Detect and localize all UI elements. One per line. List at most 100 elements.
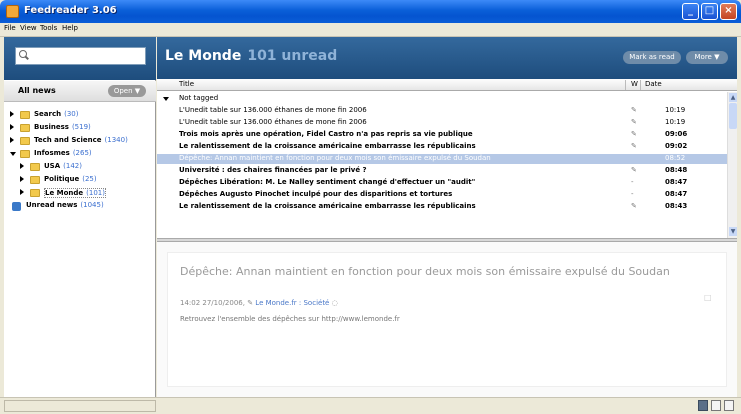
article-title: Le ralentissement de la croissance améri…	[179, 202, 476, 210]
sidebar-item-politique[interactable]: Politique (25)	[20, 175, 150, 186]
article-row[interactable]: Le ralentissement de la croissance améri…	[157, 142, 727, 152]
preview-heading[interactable]: Dépêche: Annan maintient en fonction pou…	[180, 265, 700, 279]
feed-title: Le Monde 101 unread	[165, 48, 337, 64]
preview-card: Dépêche: Annan maintient en fonction pou…	[167, 252, 727, 387]
expand-arrow-icon[interactable]	[20, 176, 24, 182]
folder-icon	[30, 176, 40, 184]
flag-icon[interactable]: ✎	[631, 202, 637, 210]
article-row[interactable]: L'Unedit table sur 136.000 éthanes de mo…	[157, 106, 727, 116]
preview-source-link[interactable]: Le Monde.fr : Société	[255, 299, 329, 307]
article-row[interactable]: Trois mois après une opération, Fidel Ca…	[157, 130, 727, 140]
article-date: 08:52	[665, 154, 686, 162]
sidebar-item-infosmes[interactable]: Infosmes (265)	[10, 149, 150, 160]
expand-arrow-icon[interactable]	[10, 137, 14, 143]
menu-view[interactable]: View	[20, 24, 37, 32]
folder-icon	[20, 137, 30, 145]
sidebar-item-search[interactable]: Search (30)	[10, 110, 150, 121]
search-input[interactable]	[15, 47, 146, 65]
menu-help[interactable]: Help	[62, 24, 78, 32]
article-title: L'Unedit table sur 136.000 éthanes de mo…	[179, 106, 367, 114]
feed-header: Le Monde 101 unread Mark as read More ▼	[157, 37, 737, 79]
folder-icon	[30, 163, 40, 171]
sidebar-item-business[interactable]: Business (519)	[10, 123, 150, 134]
sidebar-item-count: (1340)	[104, 136, 128, 144]
article-row[interactable]: Université : des chaires financées par l…	[157, 166, 727, 176]
sidebar-item-usa[interactable]: USA (142)	[20, 162, 150, 173]
article-date: 10:19	[665, 106, 686, 114]
sidebar: All news Open ▼ Search (30) Business (519)…	[4, 37, 156, 397]
scroll-thumb[interactable]	[729, 103, 737, 129]
sidebar-item-label: USA	[44, 162, 61, 170]
article-row[interactable]: L'Unedit table sur 136.000 éthanes de mo…	[157, 118, 727, 128]
list-view-icon[interactable]	[724, 400, 734, 411]
article-row[interactable]: Dépêches Libération: M. Le Nalley sentim…	[157, 178, 727, 188]
maximize-button[interactable]: □	[701, 3, 718, 20]
flag-icon[interactable]: ✎	[631, 130, 637, 138]
collapse-arrow-icon[interactable]	[10, 152, 16, 156]
group-row[interactable]: Not tagged	[157, 94, 727, 104]
article-row[interactable]: Le ralentissement de la croissance améri…	[157, 202, 727, 212]
sidebar-item-label: Infosmes	[34, 149, 70, 157]
feed-name: Le Monde	[165, 48, 242, 64]
sidebar-item-count: (142)	[63, 162, 82, 170]
article-date: 08:43	[665, 202, 688, 210]
scroll-up-icon[interactable]: ▲	[729, 93, 737, 102]
expand-arrow-icon[interactable]	[20, 189, 24, 195]
article-title: Dépêche: Annan maintient en fonction pou…	[179, 154, 491, 162]
mark-as-read-button[interactable]: Mark as read	[623, 51, 681, 64]
expand-arrow-icon[interactable]	[10, 111, 14, 117]
more-button[interactable]: More ▼	[686, 51, 728, 64]
column-title[interactable]: Title	[179, 80, 194, 88]
sidebar-item-label: Politique	[44, 175, 80, 183]
article-date: 10:19	[665, 118, 686, 126]
layout-view-icon[interactable]	[698, 400, 708, 411]
article-date: 08:47	[665, 178, 688, 186]
feeds-header: All news Open ▼	[4, 81, 156, 102]
close-icon[interactable]: □	[704, 293, 712, 302]
flag-icon[interactable]: ✎	[631, 106, 637, 114]
vertical-scrollbar[interactable]: ▲ ▼	[727, 92, 737, 238]
column-separator[interactable]	[640, 80, 641, 90]
column-separator[interactable]	[625, 80, 626, 90]
sidebar-item-label: Search	[34, 110, 62, 118]
sidebar-item-unread-news[interactable]: Unread news (1045)	[10, 201, 150, 212]
flag-icon[interactable]: ✎	[631, 118, 637, 126]
info-icon: ◌	[331, 299, 338, 307]
flag-icon[interactable]: ✎	[631, 142, 637, 150]
folder-icon	[20, 124, 30, 132]
folder-icon	[30, 189, 40, 197]
split-view-icon[interactable]	[711, 400, 721, 411]
column-date[interactable]: Date	[645, 80, 662, 88]
column-header: Title W Date	[157, 79, 737, 91]
menu-file[interactable]: File	[4, 24, 16, 32]
preview-date: 14:02 27/10/2006,	[180, 299, 245, 307]
column-flag[interactable]: W	[631, 80, 638, 88]
sidebar-search-area	[4, 37, 156, 80]
sidebar-item-count: (101)	[86, 189, 105, 197]
open-button[interactable]: Open ▼	[108, 85, 146, 97]
close-button[interactable]: ×	[720, 3, 737, 20]
article-title: Trois mois après une opération, Fidel Ca…	[179, 130, 473, 138]
sidebar-item-count: (1045)	[80, 201, 104, 209]
all-news-label[interactable]: All news	[18, 86, 56, 95]
flag-icon[interactable]: -	[631, 190, 634, 198]
sidebar-item-le-monde[interactable]: Le Monde (101)	[20, 188, 150, 199]
sidebar-item-tech-and-science[interactable]: Tech and Science (1340)	[10, 136, 156, 147]
folder-icon	[20, 150, 30, 158]
menu-tools[interactable]: Tools	[40, 24, 57, 32]
expand-arrow-icon[interactable]	[20, 163, 24, 169]
unread-news-icon	[12, 202, 21, 211]
article-date: 09:02	[665, 142, 688, 150]
flag-icon[interactable]: ✎	[631, 166, 637, 174]
article-row[interactable]: Dépêche: Annan maintient en fonction pou…	[157, 154, 727, 164]
flag-icon[interactable]: -	[631, 178, 634, 186]
folder-icon	[20, 111, 30, 119]
sidebar-item-count: (30)	[64, 110, 79, 118]
article-row[interactable]: Dépêches Augusto Pinochet inculpé pour d…	[157, 190, 727, 200]
scroll-down-icon[interactable]: ▼	[729, 227, 737, 236]
sidebar-item-label: Business	[34, 123, 69, 131]
sidebar-item-label: Tech and Science	[34, 136, 102, 144]
expand-arrow-icon[interactable]	[10, 124, 14, 130]
collapse-arrow-icon[interactable]	[163, 97, 169, 101]
minimize-button[interactable]: _	[682, 3, 699, 20]
